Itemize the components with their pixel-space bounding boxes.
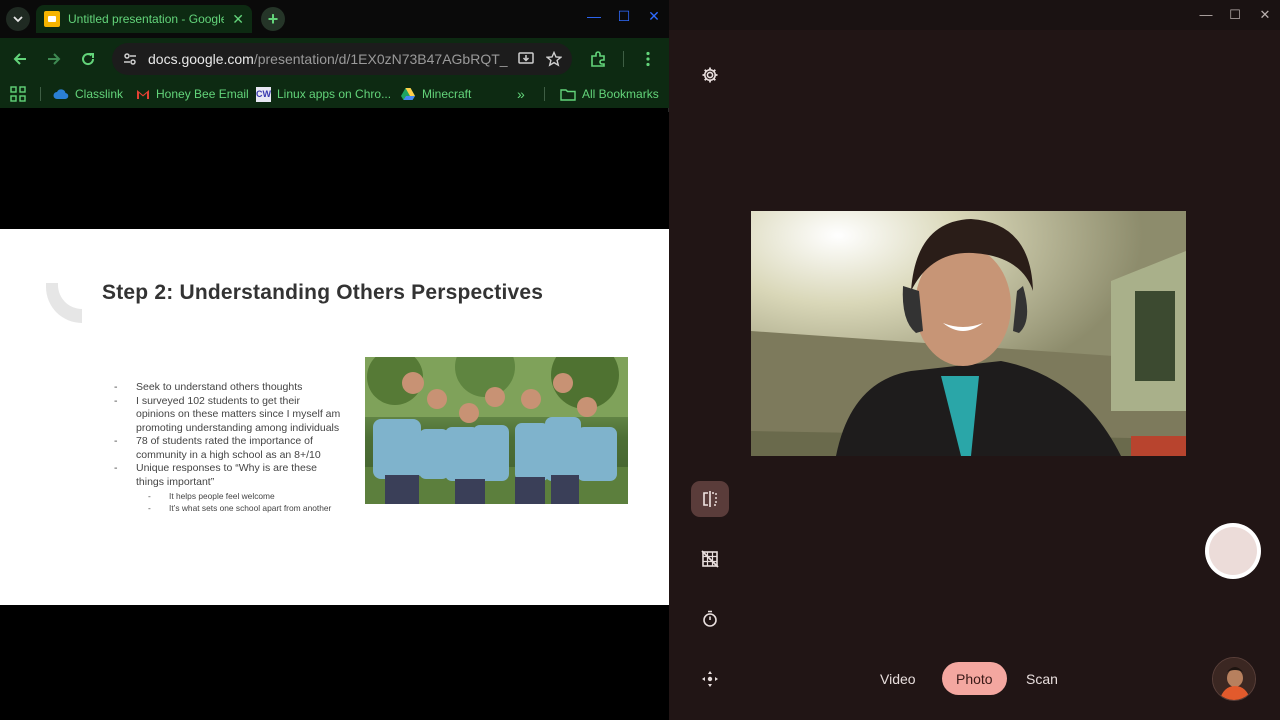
tab-search-button[interactable] <box>6 7 30 31</box>
camera-titlebar: — ☐ ✕ <box>669 0 1280 30</box>
chevron-down-icon <box>13 16 23 23</box>
gmail-icon <box>137 90 149 99</box>
camera-preview <box>751 211 1186 456</box>
extensions-button[interactable] <box>587 48 609 70</box>
tab-close-icon[interactable]: ✕ <box>232 11 244 28</box>
bookmark-linux-apps[interactable]: CW Linux apps on Chro... <box>256 85 391 103</box>
ptz-button[interactable] <box>698 667 722 691</box>
timer-icon <box>703 610 717 627</box>
pan-tilt-icon <box>702 671 718 687</box>
mirror-toggle-button[interactable] <box>691 481 729 517</box>
bookmark-label: Minecraft <box>422 87 472 101</box>
bookmarks-bar: Classlink Honey Bee Email CW Linux apps … <box>0 80 669 108</box>
page-viewport: Step 2: Understanding Others Perspective… <box>0 112 669 720</box>
tab-title: Untitled presentation - Google Slides <box>68 12 225 26</box>
url-text[interactable]: docs.google.com/presentation/d/1EX0zN73B… <box>148 51 508 67</box>
bookmark-star-icon[interactable] <box>546 51 562 67</box>
reload-button[interactable] <box>77 48 99 70</box>
bullet-item: Unique responses to “Why is are these th… <box>114 462 342 489</box>
shutter-button[interactable] <box>1205 523 1261 579</box>
address-bar[interactable]: docs.google.com/presentation/d/1EX0zN73B… <box>112 43 572 75</box>
camera-app-window: — ☐ ✕ Video Photo Scan <box>669 0 1280 720</box>
bullet-item: 78 of students rated the importance of c… <box>114 435 342 462</box>
bookmark-divider <box>40 87 41 101</box>
more-vert-icon <box>646 51 650 67</box>
install-app-icon[interactable] <box>518 51 536 67</box>
bookmark-minecraft[interactable]: Minecraft <box>400 85 471 103</box>
gallery-thumbnail-image <box>1213 658 1255 700</box>
maximize-icon[interactable]: ☐ <box>1225 7 1245 23</box>
forward-button[interactable] <box>43 48 65 70</box>
mirror-icon <box>703 491 717 507</box>
grid-toggle-button[interactable] <box>698 547 722 571</box>
cloud-icon <box>53 89 69 100</box>
bookmark-classlink[interactable]: Classlink <box>53 85 123 103</box>
bookmark-divider <box>544 87 545 101</box>
apps-grid-icon <box>10 86 26 102</box>
slides-favicon-icon <box>44 11 60 27</box>
cw-icon: CW <box>256 86 271 102</box>
bookmark-honey-bee-email[interactable]: Honey Bee Email <box>136 85 249 103</box>
menu-button[interactable] <box>637 48 659 70</box>
bookmark-label: Classlink <box>75 87 124 101</box>
apps-button[interactable] <box>10 85 26 103</box>
url-path: /presentation/d/1EX0zN73B47AGbRQT_... <box>253 51 508 67</box>
bookmarks-overflow-button[interactable]: » <box>517 85 525 103</box>
all-bookmarks-button[interactable]: All Bookmarks <box>560 85 659 103</box>
gear-icon <box>702 67 718 83</box>
drive-icon <box>401 88 415 100</box>
sub-bullet-item: It helps people feel welcome <box>114 491 342 503</box>
slide-decoration <box>46 283 82 323</box>
shutter-inner <box>1209 527 1257 575</box>
gallery-thumbnail-button[interactable] <box>1212 657 1256 701</box>
mode-scan[interactable]: Scan <box>1012 662 1072 695</box>
toolbar-divider <box>623 51 624 67</box>
new-tab-button[interactable]: + <box>261 7 285 31</box>
students-group-photo <box>365 357 628 504</box>
sub-bullet-item: It’s what sets one school apart from ano… <box>114 503 342 515</box>
maximize-icon[interactable]: ☐ <box>614 8 634 25</box>
mode-video[interactable]: Video <box>866 662 930 695</box>
folder-icon <box>560 88 576 101</box>
browser-window: Untitled presentation - Google Slides ✕ … <box>0 0 669 720</box>
back-arrow-icon <box>13 53 26 65</box>
url-host: docs.google.com <box>148 51 254 67</box>
site-settings-icon[interactable] <box>122 51 138 67</box>
browser-toolbar: docs.google.com/presentation/d/1EX0zN73B… <box>0 38 669 80</box>
all-bookmarks-label: All Bookmarks <box>582 87 659 101</box>
slide-title: Step 2: Understanding Others Perspective… <box>102 281 544 304</box>
close-window-icon[interactable]: ✕ <box>644 8 664 25</box>
timer-button[interactable] <box>698 607 722 631</box>
back-button[interactable] <box>9 48 31 70</box>
settings-button[interactable] <box>698 63 722 87</box>
bookmark-label: Honey Bee Email <box>156 87 249 101</box>
grid-off-icon <box>701 550 719 568</box>
minimize-icon[interactable]: — <box>584 8 604 24</box>
minimize-icon[interactable]: — <box>1196 7 1216 22</box>
slide-bullet-list: Seek to understand others thoughts I sur… <box>114 381 342 514</box>
forward-arrow-icon <box>48 53 61 65</box>
bullet-item: Seek to understand others thoughts <box>114 381 342 395</box>
bullet-item: I surveyed 102 students to get their opi… <box>114 395 342 436</box>
reload-icon <box>82 53 95 66</box>
camera-feed-illustration <box>751 211 1186 456</box>
mode-photo[interactable]: Photo <box>942 662 1007 695</box>
tab-active[interactable]: Untitled presentation - Google Slides ✕ <box>36 5 252 33</box>
presentation-slide[interactable]: Step 2: Understanding Others Perspective… <box>0 229 669 605</box>
close-window-icon[interactable]: ✕ <box>1255 7 1275 23</box>
tab-strip: Untitled presentation - Google Slides ✕ … <box>0 0 669 38</box>
bookmark-label: Linux apps on Chro... <box>277 87 392 101</box>
photo-illustration <box>365 357 628 504</box>
puzzle-icon <box>591 51 605 67</box>
